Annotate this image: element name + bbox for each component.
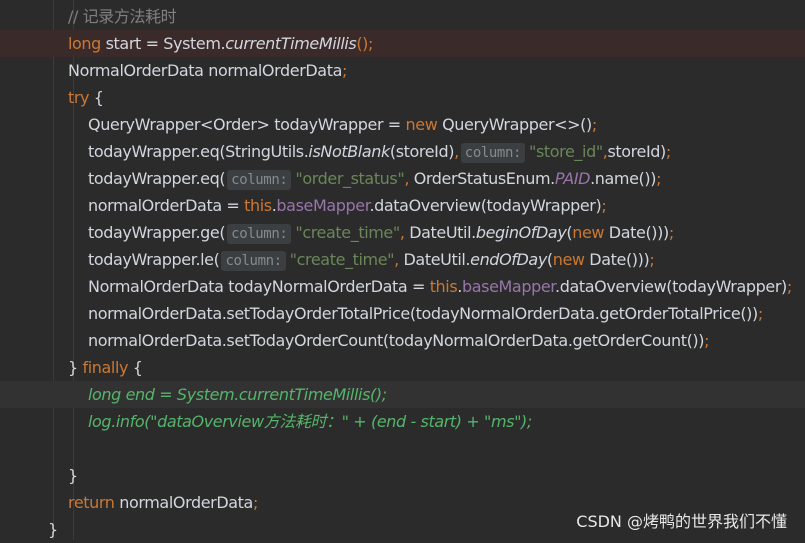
code-token: isNotBlank — [308, 142, 390, 161]
code-token: todayWrapper.eq(StringUtils. — [88, 142, 309, 161]
code-token: ; — [704, 331, 710, 350]
code-token: DateUtil. — [404, 223, 476, 242]
code-line[interactable]: todayWrapper.ge(column: "create_time", Da… — [0, 219, 805, 246]
code-token: ; — [668, 223, 674, 242]
code-token: try — [68, 88, 90, 107]
code-token: new — [572, 223, 605, 242]
code-token: (); — [356, 34, 374, 53]
code-token: ; — [601, 196, 607, 215]
code-line[interactable]: // 记录方法耗时 — [0, 3, 805, 30]
code-line[interactable]: } — [0, 462, 805, 489]
code-line[interactable]: normalOrderData = this.baseMapper.dataOv… — [0, 192, 805, 219]
code-token: "order_status" — [295, 169, 405, 188]
code-token: } — [48, 520, 58, 539]
code-token: ; — [786, 277, 792, 296]
code-line[interactable]: todayWrapper.eq(StringUtils.isNotBlank(s… — [0, 138, 805, 165]
code-line[interactable]: todayWrapper.le(column: "create_time", Da… — [0, 246, 805, 273]
parameter-hint: column: — [460, 143, 525, 163]
code-token: long — [68, 34, 101, 53]
code-token: , — [454, 142, 459, 161]
code-line[interactable]: long start = System.currentTimeMillis(); — [0, 30, 805, 57]
code-token: Date())) — [584, 250, 650, 269]
parameter-hint: column: — [227, 170, 292, 190]
watermark: CSDN @烤鸭的世界我们不懂 — [576, 512, 787, 531]
code-token: } — [68, 358, 83, 377]
code-token: log.info("dataOverview方法耗时：" + (end - st… — [88, 412, 532, 431]
code-token: ; — [665, 142, 671, 161]
code-token: todayWrapper.eq( — [88, 169, 226, 188]
code-token: start = System. — [100, 34, 226, 53]
code-token: "create_time" — [289, 250, 395, 269]
code-token: .dataOverview(todayWrapper) — [555, 277, 787, 296]
code-token: normalOrderData = — [88, 196, 245, 215]
code-token: endOfDay — [470, 250, 547, 269]
code-token: new — [405, 115, 438, 134]
code-token: OrderStatusEnum. — [409, 169, 556, 188]
code-token: ; — [656, 169, 662, 188]
code-editor[interactable]: // 记录方法耗时 long start = System.currentTime… — [0, 0, 805, 540]
code-token: "create_time" — [295, 223, 400, 242]
code-token: ; — [252, 493, 258, 512]
code-token: ; — [591, 115, 597, 134]
parameter-hint: column: — [221, 251, 286, 271]
code-line[interactable]: log.info("dataOverview方法耗时：" + (end - st… — [0, 408, 805, 435]
code-token: beginOfDay — [475, 223, 567, 242]
code-token: } — [68, 466, 78, 485]
code-token: normalOrderData.setTodayOrderTotalPrice(… — [88, 304, 758, 323]
code-token: storeId) — [607, 142, 666, 161]
code-line[interactable]: todayWrapper.eq(column: "order_status", O… — [0, 165, 805, 192]
code-token: long end = System.currentTimeMillis(); — [88, 385, 387, 404]
code-line[interactable] — [0, 435, 805, 462]
code-token: Date())) — [604, 223, 669, 242]
code-token: todayWrapper.ge( — [88, 223, 226, 242]
code-token: DateUtil. — [398, 250, 471, 269]
code-token: .dataOverview(todayWrapper) — [369, 196, 602, 215]
code-line[interactable]: QueryWrapper<Order> todayWrapper = new Q… — [0, 111, 805, 138]
code-line[interactable]: } finally { — [0, 354, 805, 381]
code-token: this — [429, 277, 458, 296]
code-token: normalOrderData.setTodayOrderCount(today… — [88, 331, 705, 350]
code-token: QueryWrapper<Order> todayWrapper = — [88, 115, 406, 134]
code-token: // 记录方法耗时 — [68, 7, 177, 26]
code-token: NormalOrderData normalOrderData — [68, 61, 342, 80]
code-token: { — [128, 358, 143, 377]
code-token: (storeId) — [389, 142, 455, 161]
code-token: normalOrderData — [114, 493, 253, 512]
code-token: ; — [757, 304, 763, 323]
code-token: baseMapper — [461, 277, 556, 296]
code-token: new — [552, 250, 585, 269]
code-token: return — [68, 493, 115, 512]
code-token: { — [89, 88, 104, 107]
code-token: baseMapper — [276, 196, 370, 215]
code-line[interactable]: normalOrderData.setTodayOrderCount(today… — [0, 327, 805, 354]
code-token: NormalOrderData todayNormalOrderData = — [88, 277, 430, 296]
code-token: .name()) — [590, 169, 657, 188]
code-token: PAID — [554, 169, 591, 188]
code-token: currentTimeMillis — [225, 34, 357, 53]
code-line[interactable]: try { — [0, 84, 805, 111]
code-token: ; — [649, 250, 655, 269]
code-line[interactable]: normalOrderData.setTodayOrderTotalPrice(… — [0, 300, 805, 327]
parameter-hint: column: — [227, 224, 292, 244]
code-token: QueryWrapper<>() — [437, 115, 592, 134]
code-line[interactable]: NormalOrderData todayNormalOrderData = t… — [0, 273, 805, 300]
code-token: todayWrapper.le( — [88, 250, 220, 269]
code-line[interactable]: long end = System.currentTimeMillis(); — [0, 381, 805, 408]
code-token: this — [244, 196, 272, 215]
code-token: ; — [341, 61, 347, 80]
code-token: finally — [82, 358, 129, 377]
code-token: "store_id" — [529, 142, 603, 161]
code-line[interactable]: NormalOrderData normalOrderData; — [0, 57, 805, 84]
